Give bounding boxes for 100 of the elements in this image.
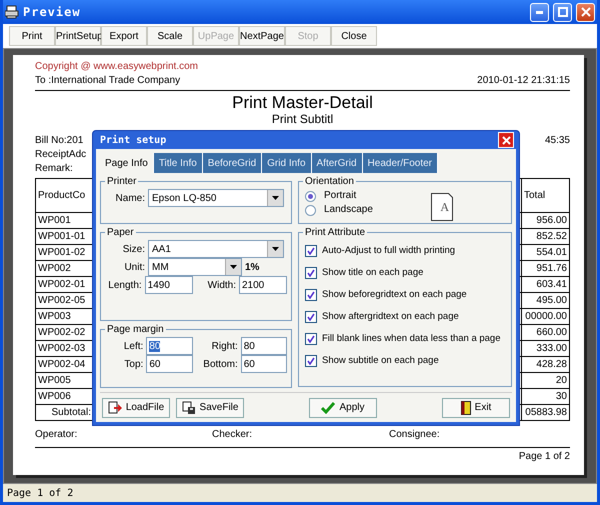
- input-field[interactable]: 60: [240, 355, 287, 373]
- field-label: Left:: [122, 340, 144, 352]
- dropdown-arrow-icon: [272, 247, 279, 251]
- signature-label: Operator:: [35, 428, 78, 442]
- dropdown-arrow-icon: [230, 265, 237, 269]
- page-number: Page 1 of 2: [518, 450, 570, 464]
- group-label: Page margin: [106, 324, 165, 335]
- table-cell: 428.28: [522, 356, 570, 372]
- minimize-icon: [536, 10, 543, 14]
- checkbox[interactable]: [305, 311, 317, 323]
- toolbar-button[interactable]: Close: [331, 26, 377, 46]
- close-button[interactable]: [576, 2, 595, 22]
- field-label: Length:: [107, 280, 142, 290]
- tab[interactable]: Grid Info: [262, 153, 312, 173]
- table-cell: 603.41: [522, 276, 570, 292]
- checkmark-icon: [321, 402, 336, 414]
- report-title: Print Master-Detail: [232, 93, 373, 112]
- table-cell: 05883.98: [522, 404, 570, 420]
- signature-label: Consignee:: [389, 428, 441, 442]
- field-label: Name:: [114, 192, 145, 204]
- field-label: Bottom:: [202, 358, 238, 370]
- table-cell: 495.00: [522, 292, 570, 308]
- load-button[interactable]: LoadFile: [102, 398, 170, 418]
- table-cell: 20: [522, 372, 570, 388]
- copyright-text: Copyright @ www.easywebprint.com: [35, 60, 198, 74]
- toolbar-button[interactable]: PrintSetup: [55, 26, 101, 46]
- page-letter: A: [440, 200, 449, 215]
- unit-dropdown[interactable]: MM: [148, 258, 242, 276]
- table-cell: 30: [522, 388, 570, 404]
- size-dropdown[interactable]: AA1: [148, 240, 284, 258]
- close-icon: [580, 7, 590, 17]
- checkbox-label: Show title on each page: [322, 266, 424, 280]
- tab[interactable]: AfterGrid: [312, 153, 363, 173]
- minimize-button[interactable]: [530, 2, 549, 22]
- floppy-icon: [182, 401, 196, 414]
- report-subtitle: Print Subtitl: [272, 112, 334, 126]
- checkbox[interactable]: [305, 333, 317, 345]
- door-icon: [460, 400, 471, 414]
- document-arrow-icon: [108, 401, 122, 414]
- dialog-title: Print setup: [100, 134, 166, 146]
- info-line: Bill No:201: [35, 134, 84, 148]
- maximize-button[interactable]: [553, 2, 572, 22]
- table-cell: 660.00: [522, 324, 570, 340]
- table-cell: 00000.00: [522, 308, 570, 324]
- input-field[interactable]: 2100: [239, 276, 287, 294]
- group-label: Print Attribute: [304, 227, 366, 238]
- info-line: ReceiptAdc: [35, 148, 86, 162]
- close-icon: [502, 136, 510, 144]
- checkbox[interactable]: [305, 245, 317, 257]
- maximize-icon: [558, 7, 568, 17]
- window-title: Preview: [23, 5, 82, 19]
- tab[interactable]: Header/Footer: [362, 153, 438, 173]
- field-label: Size:: [122, 244, 145, 254]
- toolbar-button[interactable]: Print: [9, 26, 55, 46]
- table-cell: 951.76: [522, 260, 570, 276]
- printer-icon: [5, 5, 19, 19]
- field-label: Top:: [123, 358, 144, 370]
- toolbar-button[interactable]: Scale: [147, 26, 193, 46]
- radio-label: Landscape: [324, 203, 373, 217]
- field-label: Right:: [210, 340, 238, 352]
- input-field[interactable]: 60: [146, 355, 193, 373]
- field-label: Unit:: [123, 262, 145, 272]
- printer-dropdown[interactable]: Epson LQ-850: [148, 189, 284, 207]
- checkbox-label: Fill blank lines when data less than a page: [322, 332, 501, 346]
- apply-button[interactable]: Apply: [309, 398, 377, 418]
- status-text: Page 1 of 2: [7, 488, 74, 498]
- column-header: Total: [522, 178, 570, 212]
- save-button[interactable]: SaveFile: [176, 398, 244, 418]
- group-label: Orientation: [304, 176, 355, 187]
- input-field[interactable]: 80: [240, 337, 287, 355]
- field-label: Width:: [206, 280, 236, 290]
- table-cell: 956.00: [522, 212, 570, 228]
- checkbox-label: Show aftergridtext on each page: [322, 310, 459, 324]
- input-field[interactable]: 80: [146, 337, 193, 355]
- recipient-text: To :International Trade Company: [35, 74, 180, 88]
- unit-note: 1%: [245, 262, 260, 272]
- checkbox[interactable]: [305, 267, 317, 279]
- checkbox[interactable]: [305, 289, 317, 301]
- table-cell: 554.01: [522, 244, 570, 260]
- info-time: 45:35: [544, 134, 570, 148]
- table-cell: 333.00: [522, 340, 570, 356]
- checkbox[interactable]: [305, 355, 317, 367]
- toolbar-button[interactable]: Export: [101, 26, 147, 46]
- datetime-text: 2010-01-12 21:31:15: [477, 74, 570, 88]
- radio-button[interactable]: [305, 190, 316, 202]
- checkbox-label: Show beforegridtext on each page: [322, 288, 467, 302]
- checkbox-label: Auto-Adjust to full width printing: [322, 244, 456, 258]
- signature-label: Checker:: [212, 428, 254, 442]
- table-cell: 852.52: [522, 228, 570, 244]
- radio-label: Portrait: [324, 189, 356, 203]
- toolbar-button[interactable]: NextPage: [239, 26, 285, 46]
- input-field[interactable]: 1490: [144, 276, 193, 294]
- dropdown-arrow-icon: [272, 196, 279, 200]
- tab[interactable]: Title Info: [154, 153, 203, 173]
- tab[interactable]: BeforeGrid: [202, 153, 262, 173]
- exit-button[interactable]: Exit: [442, 398, 510, 418]
- info-line: Remark:: [35, 162, 73, 176]
- radio-button[interactable]: [305, 204, 316, 216]
- close-button[interactable]: [498, 132, 514, 148]
- group-label: Paper: [106, 227, 135, 238]
